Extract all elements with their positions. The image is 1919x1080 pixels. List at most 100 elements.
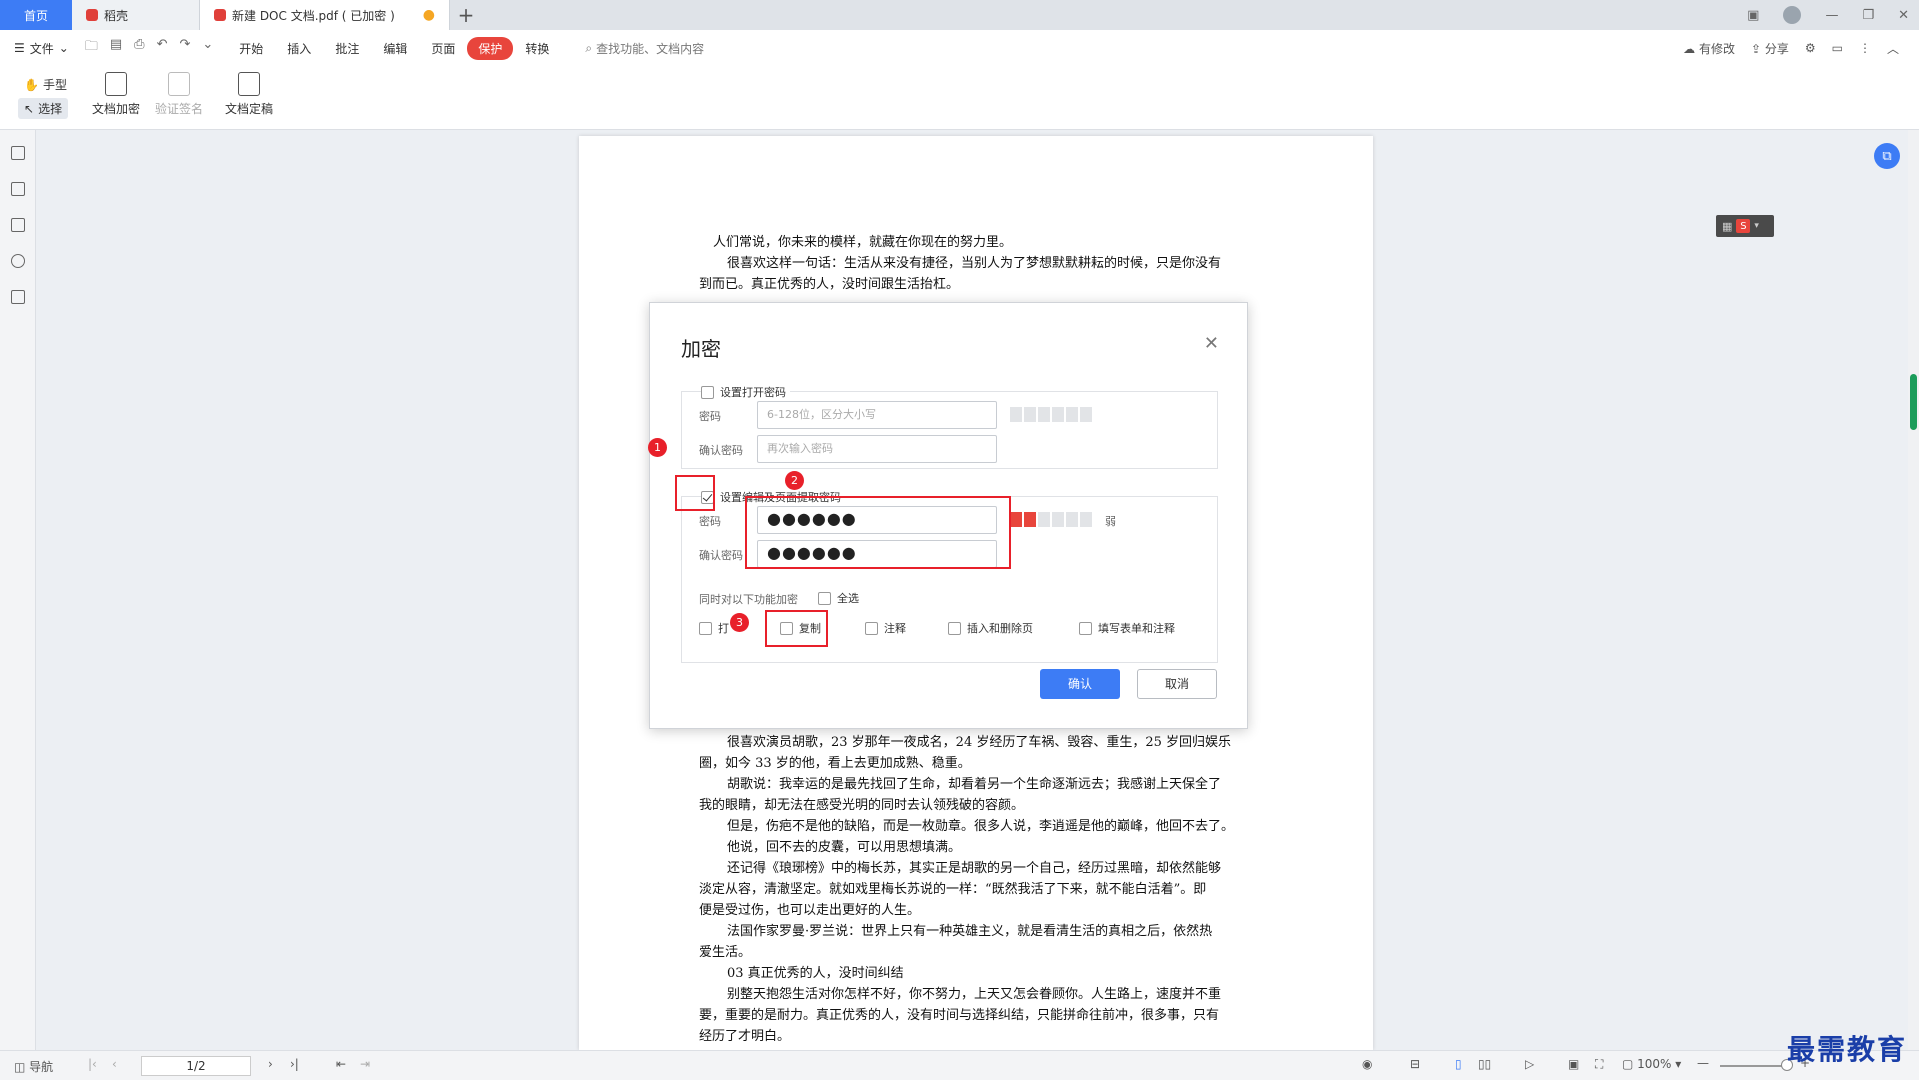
confirm-button[interactable]: 确认 (1040, 669, 1120, 699)
verify-signature-button[interactable]: 验证签名 (155, 72, 203, 117)
crop-icon[interactable]: ⛶ (1595, 1057, 1603, 1072)
comments-icon[interactable] (11, 218, 25, 232)
finalize-doc-button[interactable]: 文档定稿 (225, 72, 273, 117)
zoom-label: 100% (1637, 1057, 1672, 1071)
attachment-icon[interactable] (11, 254, 25, 268)
vertical-scrollbar[interactable] (1908, 130, 1919, 1050)
doc-line: 胡歌说：我幸运的是最先找回了生命，却看着另一个生命逐渐远去；我感谢上天保全了 (727, 777, 1222, 792)
undo-icon[interactable]: ↶ (157, 37, 168, 59)
print-icon[interactable]: ⎙ (134, 37, 144, 59)
keyboard-icon: ▦ (1722, 219, 1733, 233)
prev-page-icon[interactable]: ‹ (112, 1057, 117, 1071)
zoom-value[interactable]: ▢ 100% ▾ (1622, 1057, 1681, 1071)
menu-convert[interactable]: 转换 (513, 40, 561, 57)
back-icon[interactable]: ⇤ (336, 1057, 346, 1071)
close-icon[interactable]: ✕ (1204, 333, 1219, 354)
dialog-title: 加密 (681, 337, 721, 361)
option-insert-delete[interactable]: 插入和删除页 (948, 620, 1033, 636)
open-confirm-input[interactable]: 再次输入密码 (757, 435, 997, 463)
option-annotate[interactable]: 注释 (865, 620, 906, 636)
menu-start[interactable]: 开始 (227, 40, 275, 57)
avatar[interactable] (1783, 6, 1802, 24)
fit-page-icon[interactable]: ▣ (1568, 1057, 1579, 1071)
settings-icon[interactable]: ⚙ (1805, 41, 1816, 55)
file-menu[interactable]: ☰ 文件 ⌄ (14, 40, 69, 57)
eye-icon[interactable]: ◉ (1362, 1057, 1372, 1071)
signature-icon (168, 72, 190, 96)
status-bar: ◫ 导航 |‹ ‹ 1/2 › ›| ⇤ ⇥ ◉ ⊟ ▯ ▯▯ ▷ ▣ ⛶ ▢ … (0, 1050, 1919, 1080)
nav-button[interactable]: ◫ 导航 (14, 1058, 53, 1075)
minimize-icon[interactable]: — (1825, 8, 1838, 23)
close-window-icon[interactable]: ✕ (1898, 8, 1909, 23)
option-print[interactable]: 打 (699, 620, 729, 636)
floating-tool-button[interactable]: ⧉ (1874, 143, 1900, 169)
open-password-toggle[interactable]: 设置打开密码 (701, 384, 790, 400)
comment-icon[interactable]: ▭ (1832, 41, 1843, 55)
save-icon[interactable]: ▤ (110, 37, 122, 59)
hand-tool[interactable]: ✋ 手型 (18, 74, 73, 95)
tab-home[interactable]: 首页 (0, 0, 72, 30)
select-all-checkbox[interactable] (818, 591, 831, 605)
open-password-label: 设置打开密码 (720, 386, 786, 399)
page-number-input[interactable]: 1/2 (141, 1056, 251, 1076)
scrollbar-thumb[interactable] (1910, 374, 1917, 430)
play-icon[interactable]: ▷ (1525, 1057, 1534, 1071)
zoom-out-icon[interactable]: — (1697, 1056, 1709, 1070)
select-all-label: 全选 (837, 592, 859, 605)
more-icon[interactable]: ⌄ (202, 37, 213, 59)
tab-document[interactable]: 新建 DOC 文档.pdf ( 已加密 ) ● (200, 0, 450, 30)
forward-icon[interactable]: ⇥ (360, 1057, 370, 1071)
insert-delete-checkbox[interactable] (948, 621, 961, 635)
zoom-slider[interactable] (1720, 1065, 1788, 1067)
last-page-icon[interactable]: ›| (290, 1057, 299, 1071)
annotate-checkbox[interactable] (865, 621, 878, 635)
first-page-icon[interactable]: |‹ (88, 1057, 97, 1071)
tab-daoke[interactable]: 稻壳 (72, 0, 200, 30)
ime-menu-icon: ▾ (1754, 221, 1759, 231)
edit-password-field-label: 密码 (699, 515, 721, 528)
search-box[interactable]: ⌕ 查找功能、文档内容 (585, 40, 704, 57)
thumbnail-icon[interactable] (11, 182, 25, 196)
cancel-button[interactable]: 取消 (1137, 669, 1217, 699)
fit-width-icon[interactable]: ⊟ (1410, 1057, 1420, 1071)
bookmark-icon[interactable] (11, 146, 25, 160)
has-edits-button[interactable]: ☁ 有修改 (1683, 40, 1735, 57)
sogou-icon: S (1736, 219, 1751, 233)
doc-line: 03 真正优秀的人，没时间纠结 (727, 966, 904, 981)
ribbon: ✋ 手型 ↖ 选择 文档加密 验证签名 文档定稿 (0, 66, 1919, 130)
more-vertical-icon[interactable]: ⋮ (1859, 41, 1871, 55)
doc-line: 淡定从容，清澈坚定。就如戏里梅长苏说的一样：“既然我活了下来，就不能白活着”。即 (699, 882, 1207, 897)
left-sidebar (0, 130, 36, 1050)
signature-panel-icon[interactable] (11, 290, 25, 304)
menu-protect[interactable]: 保护 (467, 36, 514, 60)
select-tool-label: 选择 (38, 102, 63, 116)
menu-page[interactable]: 页面 (419, 40, 467, 57)
menu-annotate[interactable]: 批注 (323, 40, 371, 57)
open-password-checkbox[interactable] (701, 385, 714, 399)
doc-line: 很喜欢这样一句话：生活从来没有捷径，当别人为了梦想默默耕耘的时候，只是你没有 (727, 256, 1222, 271)
new-tab-button[interactable]: + (450, 0, 482, 30)
window-controls: ▣ — ❐ ✕ (1747, 0, 1909, 30)
next-page-icon[interactable]: › (268, 1057, 273, 1071)
double-page-icon[interactable]: ▯▯ (1478, 1057, 1491, 1071)
print-checkbox[interactable] (699, 621, 712, 635)
single-page-icon[interactable]: ▯ (1455, 1057, 1462, 1071)
collapse-icon[interactable]: ︿ (1887, 40, 1899, 57)
annotation-box-1 (675, 475, 715, 511)
menu-insert[interactable]: 插入 (275, 40, 323, 57)
share-button[interactable]: ⇪ 分享 (1751, 40, 1789, 57)
option-fill-forms[interactable]: 填写表单和注释 (1079, 620, 1175, 636)
fill-forms-checkbox[interactable] (1079, 621, 1092, 635)
layout-icon[interactable]: ▣ (1747, 8, 1759, 23)
open-password-input[interactable]: 6-128位，区分大小写 (757, 401, 997, 429)
select-all-option[interactable]: 全选 (818, 590, 859, 606)
redo-icon[interactable]: ↷ (179, 37, 190, 59)
open-icon[interactable]: 🗀 (85, 37, 98, 59)
encrypt-doc-button[interactable]: 文档加密 (92, 72, 140, 117)
menu-edit[interactable]: 编辑 (371, 40, 419, 57)
doc-line: 经历了才明白。 (699, 1029, 791, 1044)
restore-icon[interactable]: ❐ (1862, 8, 1874, 23)
open-password-strength (1010, 407, 1092, 422)
ime-toolbar[interactable]: ▦ S ▾ (1716, 215, 1774, 237)
select-tool[interactable]: ↖ 选择 (18, 98, 69, 119)
